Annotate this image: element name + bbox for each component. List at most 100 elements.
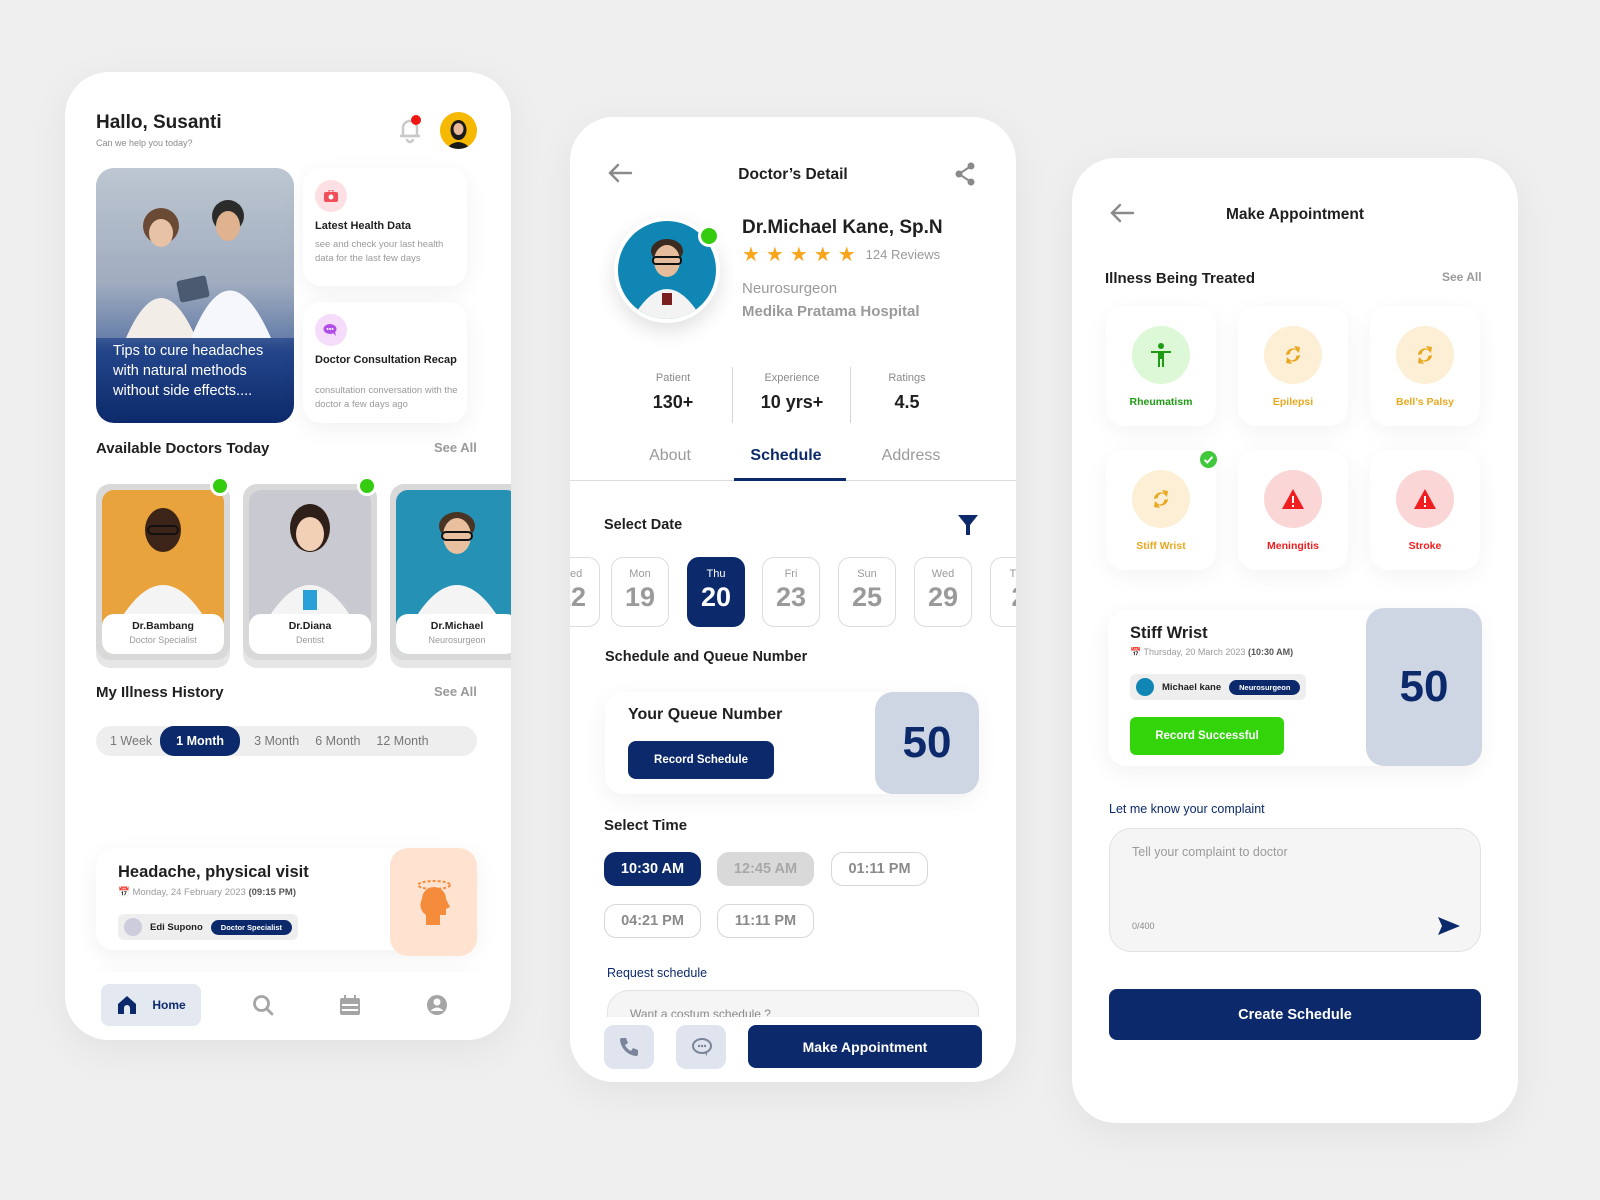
summary-illness: Stiff Wrist — [1130, 624, 1208, 642]
doctor-card-michael[interactable]: Dr.Michael Neurosurgeon — [390, 484, 511, 660]
doctors-see-all-link[interactable]: See All — [434, 440, 477, 455]
date-num: 29 — [927, 582, 959, 612]
stat-value: 10 yrs+ — [760, 392, 824, 412]
search-icon[interactable] — [252, 994, 274, 1021]
date-picker: Wed 12 Mon 19 Thu 20 Fri 23 Sun 25 Wed 29 Thu 2 — [570, 557, 1016, 631]
refresh-icon — [1132, 470, 1190, 528]
doctor-avatar — [124, 918, 142, 936]
page-title: Doctor’s Detail — [738, 166, 848, 183]
history-item-headache[interactable]: Headache, physical visit 📅 Monday, 24 Fe… — [96, 848, 477, 956]
nav-home[interactable]: Home — [101, 984, 201, 1026]
stat-label: Patient — [655, 372, 691, 384]
date-num: 12 — [570, 582, 587, 612]
date-option[interactable]: Sun 25 — [838, 557, 896, 627]
record-successful-button[interactable]: Record Successful — [1130, 717, 1284, 755]
history-time: (09:15 PM) — [248, 887, 296, 898]
medical-kit-icon — [315, 180, 347, 212]
stat-patient: Patient 130+ — [627, 372, 719, 413]
doctor-role-badge: Doctor Specialist — [210, 919, 293, 935]
filter-icon[interactable] — [958, 515, 978, 540]
select-time-title: Select Time — [604, 817, 688, 834]
share-icon[interactable] — [954, 162, 976, 191]
date-num: 2 — [991, 582, 1016, 613]
history-see-all-link[interactable]: See All — [434, 684, 477, 699]
illness-option-bells-palsy[interactable]: Bell’s Palsy — [1370, 306, 1480, 426]
tab-schedule[interactable]: Schedule — [730, 447, 842, 465]
period-3-month[interactable]: 3 Month — [246, 734, 307, 748]
call-button[interactable] — [604, 1025, 654, 1069]
online-status-indicator — [210, 476, 230, 496]
illness-history-title: My Illness History — [96, 684, 224, 701]
stat-label: Ratings — [888, 372, 926, 384]
notification-bell-icon[interactable] — [395, 114, 425, 144]
tab-about[interactable]: About — [620, 447, 720, 465]
time-slot[interactable]: 11:11 PM — [717, 904, 814, 938]
date-option[interactable]: Fri 23 — [762, 557, 820, 627]
doctor-role: Neurosurgeon — [428, 635, 486, 645]
profile-icon[interactable] — [426, 994, 448, 1021]
card-title: Doctor Consultation Recap — [315, 354, 457, 366]
chat-button[interactable] — [676, 1025, 726, 1069]
illness-name: Meningitis — [1267, 540, 1319, 552]
summary-date: 📅 Thursday, 20 March 2023 (10:30 AM) — [1130, 647, 1294, 657]
complaint-label: Let me know your complaint — [1109, 802, 1265, 816]
phone-icon — [620, 1038, 638, 1056]
illness-see-all-link[interactable]: See All — [1442, 270, 1482, 284]
stat-ratings: Ratings 4.5 — [860, 372, 954, 413]
complaint-textarea[interactable]: Tell your complaint to doctor 0/400 — [1109, 828, 1481, 952]
date-option[interactable]: Mon 19 — [611, 557, 669, 627]
date-option[interactable]: Thu 2 — [990, 557, 1016, 627]
character-counter: 0/400 — [1132, 921, 1155, 931]
send-icon[interactable] — [1438, 917, 1460, 940]
time-slot[interactable]: 01:11 PM — [831, 852, 928, 886]
accessibility-icon — [1132, 326, 1190, 384]
consultation-recap-card[interactable]: Doctor Consultation Recap consultation c… — [303, 302, 467, 423]
queue-section-title: Schedule and Queue Number — [605, 649, 808, 665]
online-status-indicator — [698, 225, 720, 247]
period-6-month[interactable]: 6 Month — [307, 734, 368, 748]
make-appointment-button[interactable]: Make Appointment — [748, 1025, 982, 1068]
stat-value: 4.5 — [894, 392, 920, 412]
doctor-name: Dr.Michael Kane, Sp.N — [742, 217, 943, 238]
doctor-name: Dr.Michael — [430, 620, 484, 632]
history-date-text: Monday, 24 February 2023 — [132, 887, 246, 898]
history-date: 📅 Monday, 24 February 2023 (09:15 PM) — [118, 887, 296, 898]
queue-card: Your Queue Number Record Schedule 50 — [605, 692, 979, 794]
date-option[interactable]: Wed 12 — [570, 557, 600, 627]
card-desc: see and check your last health data for … — [315, 239, 444, 264]
period-12-month[interactable]: 12 Month — [368, 734, 436, 748]
period-1-week[interactable]: 1 Week — [102, 734, 160, 748]
illness-option-meningitis[interactable]: Meningitis — [1238, 450, 1348, 570]
time-slot[interactable]: 04:21 PM — [604, 904, 701, 938]
period-1-month[interactable]: 1 Month — [160, 726, 241, 756]
illness-option-stroke[interactable]: Stroke — [1370, 450, 1480, 570]
doctor-name: Edi Supono — [150, 921, 203, 933]
date-option-selected[interactable]: Thu 20 — [687, 557, 745, 627]
tab-address[interactable]: Address — [856, 447, 966, 465]
user-avatar[interactable] — [440, 112, 477, 149]
health-tip-banner[interactable]: Tips to cure headaches with natural meth… — [96, 168, 294, 423]
illness-name: Epilepsi — [1272, 396, 1314, 408]
latest-health-data-card[interactable]: Latest Health Data see and check your la… — [303, 168, 467, 286]
bottom-action-bar: Make Appointment — [570, 1017, 1016, 1082]
date-option[interactable]: Wed 29 — [914, 557, 972, 627]
doctor-role: Doctor Specialist — [129, 635, 197, 645]
calendar-icon[interactable] — [339, 994, 361, 1021]
time-slot-selected[interactable]: 10:30 AM — [604, 852, 701, 886]
doctor-card-bambang[interactable]: Dr.Bambang Doctor Specialist — [96, 484, 230, 660]
create-schedule-button[interactable]: Create Schedule — [1109, 989, 1481, 1040]
illness-option-rheumatism[interactable]: Rheumatism — [1106, 306, 1216, 426]
date-day: Wed — [931, 568, 955, 580]
divider — [850, 367, 851, 423]
date-num: 20 — [700, 582, 732, 612]
doctor-card-diana[interactable]: Dr.Diana Dentist — [243, 484, 377, 660]
page-title: Make Appointment — [1225, 206, 1365, 223]
queue-label: Your Queue Number — [628, 706, 783, 723]
doctor-detail-screen: Doctor’s Detail Dr.Michael Kane, Sp.N ★★… — [570, 117, 1016, 1082]
record-schedule-button[interactable]: Record Schedule — [628, 741, 774, 779]
date-day: Mon — [629, 568, 651, 580]
doctor-role-badge: Neurosurgeon — [1229, 679, 1301, 695]
doctor-chip: Michael kane Neurosurgeon — [1130, 674, 1307, 700]
illness-option-epilepsi[interactable]: Epilepsi — [1238, 306, 1348, 426]
chat-bubbles-icon — [315, 314, 347, 346]
